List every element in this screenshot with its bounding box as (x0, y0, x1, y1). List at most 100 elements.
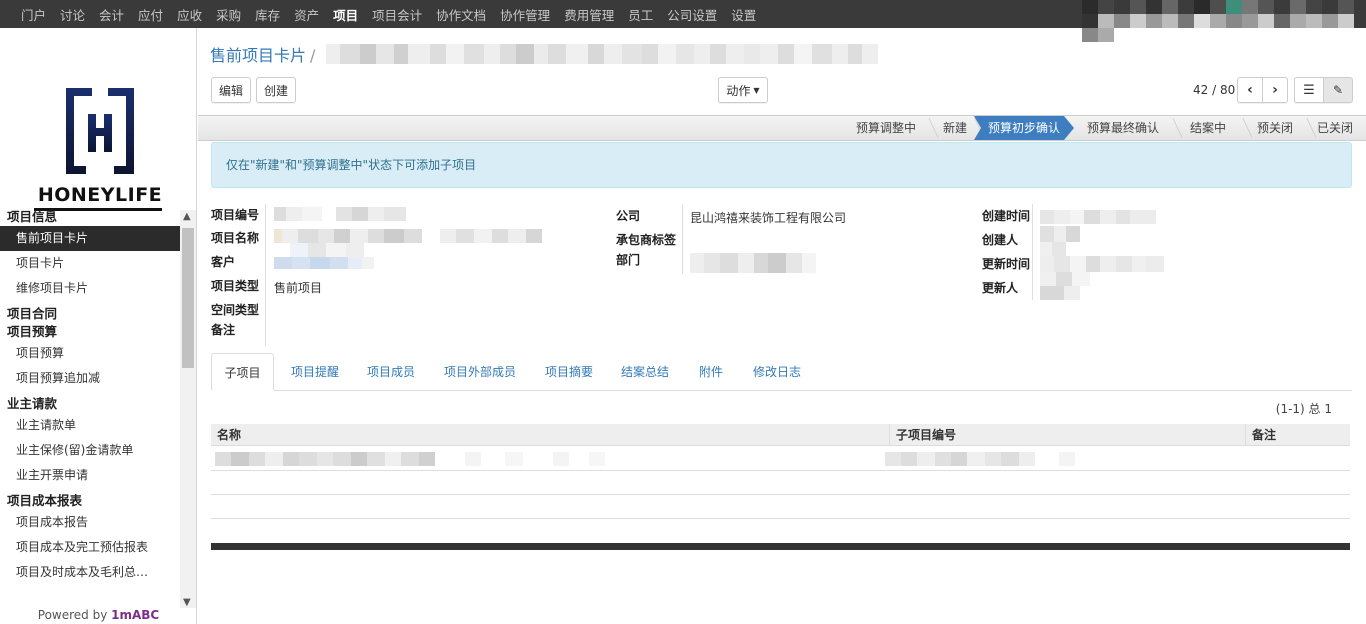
top-menu: 门户 讨论 会计 应付 应收 采购 库存 库存 资产 项目 项目会计 协作文档 … (14, 0, 763, 28)
stage-closing[interactable]: 结案中 (1180, 116, 1236, 140)
company-value[interactable]: 昆山鸿禧来装饰工程有限公司 (690, 209, 846, 226)
breadcrumb-parent[interactable]: 售前项目卡片 (210, 46, 306, 65)
tab-reminders[interactable]: 项目提醒 (283, 353, 347, 391)
menu-accounting[interactable]: 会计 (92, 5, 131, 24)
pager-next-button[interactable]: › (1262, 77, 1288, 103)
tab-external-members[interactable]: 项目外部成员 (435, 353, 525, 391)
info-alert: 仅在"新建"和"预算调整中"状态下可添加子项目 (211, 142, 1352, 188)
pager-prev-button[interactable]: ‹ (1237, 77, 1263, 103)
sidebar-item-owner-request[interactable]: 业主请款单 (0, 413, 180, 438)
label-department: 部门 (616, 253, 641, 267)
sidebar-item-warranty-request[interactable]: 业主保修(留)金请款单 (0, 438, 180, 463)
menu-purchase[interactable]: 采购 (209, 5, 248, 24)
sidebar-section-owner-request: 业主请款 (7, 396, 58, 411)
column-notes[interactable]: 备注 (1245, 424, 1350, 446)
caret-down-icon: ▼ (753, 85, 760, 95)
sidebar-item-repair-card[interactable]: 维修项目卡片 (0, 276, 180, 301)
table-row-empty (211, 495, 1350, 519)
edit-form-icon: ✎ (1332, 83, 1344, 97)
label-created-time: 创建时间 (982, 209, 1031, 223)
column-name[interactable]: 名称 (211, 424, 889, 446)
field-divider (682, 204, 683, 274)
table-row[interactable] (211, 447, 1350, 471)
stage-pre-closed[interactable]: 预关闭 (1250, 116, 1300, 140)
sidebar-section-project-contract: 项目合同 (7, 306, 58, 321)
customer-link-redacted[interactable] (274, 257, 374, 269)
sidebar-section-cost-reports: 项目成本报表 (7, 493, 83, 508)
project-code-redacted (274, 207, 406, 221)
menu-project[interactable]: 项目 (326, 5, 365, 24)
label-created-by: 创建人 (982, 233, 1019, 247)
subproject-name-redacted (215, 452, 675, 466)
sidebar-item-cost-forecast[interactable]: 项目成本及完工预估报表 (0, 535, 180, 560)
sidebar-item-invoice-request[interactable]: 业主开票申请 (0, 463, 180, 488)
pager-value: 42 / 80 (1193, 83, 1236, 97)
stage-budget-final-confirm[interactable]: 预算最终确认 (1082, 116, 1164, 140)
created-by-redacted (1040, 226, 1080, 242)
tab-closing-summary[interactable]: 结案总结 (613, 353, 677, 391)
subproject-code-redacted (885, 452, 1135, 466)
scroll-up-icon[interactable]: ▲ (183, 211, 191, 222)
powered-by-brand[interactable]: 1mABC (111, 608, 159, 622)
top-navbar: 门户 讨论 会计 应付 应收 采购 库存 库存 资产 项目 项目会计 协作文档 … (0, 0, 1366, 42)
created-time-redacted (1040, 210, 1156, 224)
notebook-tabs: 子项目 项目提醒 项目成员 项目外部成员 项目摘要 结案总结 附件 修改日志 (211, 353, 1352, 391)
edit-button[interactable]: 编辑 (211, 77, 251, 103)
field-divider (1032, 204, 1033, 300)
column-subproject-code[interactable]: 子项目编号 (889, 424, 1245, 446)
label-contractor-tag: 承包商标签 (616, 233, 677, 247)
sidebar-item-cost-margin[interactable]: 项目及时成本及毛利总… (0, 560, 180, 585)
tab-attachments[interactable]: 附件 (689, 353, 733, 391)
menu-assets-label[interactable]: 资产 (287, 5, 326, 24)
tab-summary[interactable]: 项目摘要 (537, 353, 601, 391)
create-button[interactable]: 创建 (256, 77, 296, 103)
honeylife-logo-icon (66, 88, 134, 174)
sidebar-item-budget-adjust[interactable]: 项目预算追加减 (0, 366, 180, 391)
menu-company-settings[interactable]: 公司设置 (660, 5, 724, 24)
menu-receivable[interactable]: 应收 (170, 5, 209, 24)
sidebar-item-project-budget[interactable]: 项目预算 (0, 341, 180, 366)
menu-inventory[interactable]: 库存 (248, 5, 287, 24)
menu-employees[interactable]: 员工 (621, 5, 660, 24)
tab-members[interactable]: 项目成员 (359, 353, 423, 391)
menu-payable[interactable]: 应付 (131, 5, 170, 24)
field-divider (265, 204, 266, 346)
department-redacted (690, 253, 816, 273)
updated-by-redacted (1040, 272, 1090, 300)
form-view-button[interactable]: ✎ (1323, 77, 1353, 103)
sidebar-scrollbar[interactable]: ▲ ▼ (180, 210, 196, 608)
tab-subprojects[interactable]: 子项目 (211, 353, 274, 391)
user-menu-redacted[interactable] (1082, 0, 1366, 42)
menu-collab-docs[interactable]: 协作文档 (429, 5, 493, 24)
powered-by: Powered by 1mABC (0, 606, 197, 624)
tab-change-log[interactable]: 修改日志 (745, 353, 809, 391)
main-content: 售前项目卡片 / 编辑 创建 动作 ▼ 42 / 80 ‹ › ☰ ✎ 预算调整中… (198, 28, 1366, 624)
label-project-code: 项目编号 (211, 208, 260, 222)
sidebar-item-project-card[interactable]: 项目卡片 (0, 251, 180, 276)
created-by-redacted-2 (1040, 242, 1066, 256)
label-project-type: 项目类型 (211, 279, 260, 293)
label-updated-by: 更新人 (982, 281, 1019, 295)
menu-settings[interactable]: 设置 (724, 5, 763, 24)
sidebar-item-presales-card[interactable]: 售前项目卡片 (0, 226, 180, 251)
label-space-type: 空间类型 (211, 303, 260, 317)
menu-collab-mgmt[interactable]: 协作管理 (493, 5, 557, 24)
table-row-empty (211, 471, 1350, 495)
chevron-left-icon: ‹ (1247, 82, 1253, 98)
action-dropdown[interactable]: 动作 ▼ (718, 77, 768, 103)
sidebar-item-cost-report[interactable]: 项目成本报告 (0, 510, 180, 535)
table-header: 名称 子项目编号 备注 (211, 424, 1350, 446)
scrollbar-thumb[interactable] (182, 228, 194, 368)
stage-closed[interactable]: 已关闭 (1310, 116, 1360, 140)
menu-discuss[interactable]: 讨论 (53, 5, 92, 24)
list-icon: ☰ (1303, 82, 1315, 98)
action-label: 动作 (726, 83, 751, 98)
list-view-button[interactable]: ☰ (1294, 77, 1324, 103)
breadcrumb-separator: / (310, 46, 316, 65)
label-updated-time: 更新时间 (982, 257, 1031, 271)
menu-expense[interactable]: 费用管理 (557, 5, 621, 24)
menu-portal[interactable]: 门户 (14, 5, 53, 24)
sidebar-section-project-info: 项目信息 (7, 209, 58, 224)
stage-budget-initial-confirm[interactable]: 预算初步确认 (974, 116, 1074, 140)
menu-project-accounting[interactable]: 项目会计 (365, 5, 429, 24)
